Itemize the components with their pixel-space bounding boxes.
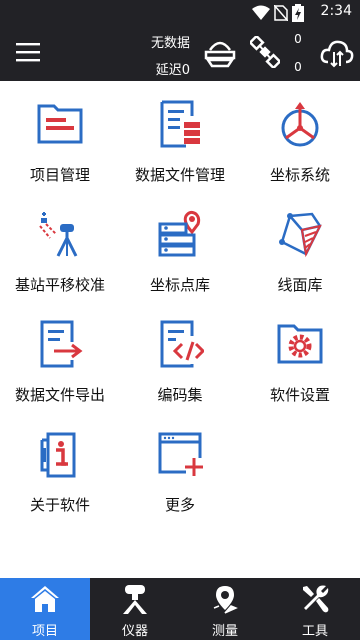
wifi-icon (252, 5, 270, 20)
latency-text: 延迟0 (155, 63, 190, 78)
status-bar: 2:34 (0, 0, 360, 24)
file-export-icon (40, 320, 83, 368)
tab-label: 测量 (211, 624, 238, 639)
receiver-count: 0 (294, 32, 302, 46)
tile-label: 项目管理 (29, 166, 90, 184)
tile-label: 坐标点库 (149, 276, 210, 294)
tile-label: 线面库 (277, 276, 323, 294)
location-pin-icon (213, 586, 238, 614)
point-library-icon (158, 210, 201, 257)
app-bar: 无数据 延迟0 0 0 (0, 24, 360, 81)
more-icon (158, 432, 203, 476)
bottom-nav: 项目 仪器 测量 工具 (0, 578, 360, 640)
tile-label: 编码集 (157, 386, 203, 404)
home-icon (31, 586, 59, 612)
settings-folder-icon (277, 324, 323, 364)
tab-label: 工具 (301, 624, 328, 639)
about-software-tile[interactable]: 关于软件 (0, 422, 120, 532)
more-tile[interactable]: 更多 (120, 422, 240, 532)
tile-label: 坐标系统 (269, 166, 330, 184)
point-library-tile[interactable]: 坐标点库 (120, 202, 240, 312)
tools-icon (303, 585, 329, 613)
satellite-count: 0 (294, 60, 302, 74)
base-station-icon (39, 212, 78, 257)
tab-label: 仪器 (121, 624, 148, 639)
data-file-export-tile[interactable]: 数据文件导出 (0, 312, 120, 422)
hamburger-menu-icon[interactable] (14, 40, 42, 64)
base-station-calibration-tile[interactable]: 基站平移校准 (0, 202, 120, 312)
tile-label: 数据文件导出 (14, 386, 105, 404)
tab-project[interactable]: 项目 (0, 578, 90, 640)
battery-charging-icon (292, 4, 304, 22)
tab-instrument[interactable]: 仪器 (90, 578, 180, 640)
code-set-icon (160, 320, 204, 368)
about-icon (40, 432, 76, 478)
data-file-management-tile[interactable]: 数据文件管理 (120, 92, 240, 202)
tile-label: 软件设置 (269, 386, 330, 404)
receiver-icon[interactable] (204, 38, 236, 68)
data-status-text: 无数据 (150, 36, 190, 51)
clock: 2:34 (320, 3, 352, 19)
no-sim-icon (274, 5, 288, 21)
coordinate-system-icon (281, 102, 319, 147)
satellite-icon[interactable] (250, 36, 280, 68)
project-management-tile[interactable]: 项目管理 (0, 92, 120, 202)
line-surface-icon (279, 212, 322, 258)
code-set-tile[interactable]: 编码集 (120, 312, 240, 422)
tab-measure[interactable]: 测量 (180, 578, 270, 640)
tile-label: 基站平移校准 (14, 276, 105, 294)
tile-label: 关于软件 (29, 496, 90, 514)
line-surface-library-tile[interactable]: 线面库 (240, 202, 360, 312)
instrument-icon (123, 585, 147, 614)
cloud-sync-icon[interactable] (320, 38, 354, 68)
software-settings-tile[interactable]: 软件设置 (240, 312, 360, 422)
data-file-icon (160, 100, 200, 148)
coordinate-system-tile[interactable]: 坐标系统 (240, 92, 360, 202)
tile-label: 更多 (164, 496, 195, 514)
tab-tools[interactable]: 工具 (270, 578, 360, 640)
tile-label: 数据文件管理 (134, 166, 225, 184)
tab-label: 项目 (31, 624, 58, 639)
project-folder-icon (37, 104, 83, 144)
